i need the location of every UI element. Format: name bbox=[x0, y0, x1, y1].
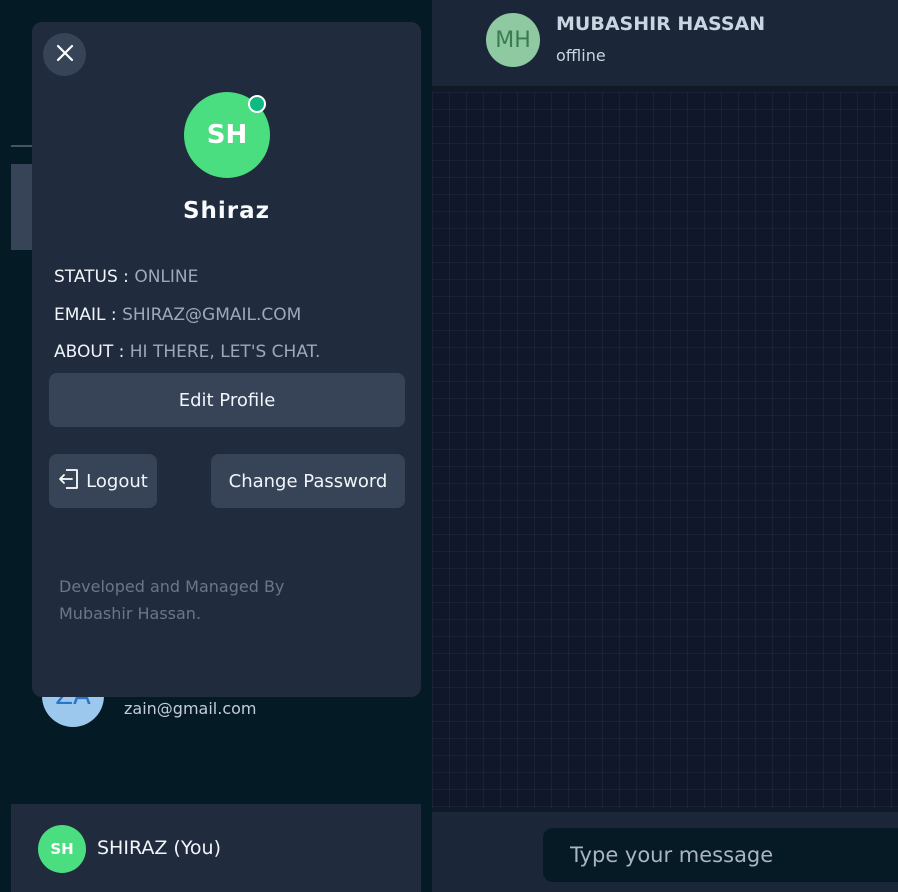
about-value: HI THERE, LET'S CHAT. bbox=[129, 342, 321, 362]
current-user-name: SHIRAZ (You) bbox=[97, 837, 222, 859]
message-list bbox=[432, 92, 898, 808]
close-button[interactable] bbox=[43, 33, 86, 76]
credit-line-1: Developed and Managed By bbox=[59, 577, 285, 596]
avatar: SH bbox=[38, 825, 86, 873]
edit-profile-label: Edit Profile bbox=[178, 389, 276, 411]
online-status-indicator bbox=[248, 95, 266, 113]
chat-area: MH MUBASHIR HASSAN offline bbox=[432, 0, 898, 892]
profile-panel: SH Shiraz STATUS : ONLINE EMAIL : SHIRAZ… bbox=[32, 22, 421, 697]
logout-button[interactable]: Logout bbox=[49, 454, 157, 508]
about-row: ABOUT : HI THERE, LET'S CHAT. bbox=[54, 342, 320, 362]
email-value: SHIRAZ@GMAIL.COM bbox=[122, 305, 302, 325]
status-value: ONLINE bbox=[134, 267, 199, 287]
edit-profile-button[interactable]: Edit Profile bbox=[49, 373, 405, 427]
contact-email: zain@gmail.com bbox=[124, 699, 257, 718]
change-password-label: Change Password bbox=[228, 470, 388, 492]
about-label: ABOUT : bbox=[54, 342, 125, 362]
chat-footer bbox=[432, 812, 898, 892]
chat-contact-name: MUBASHIR HASSAN bbox=[556, 13, 766, 35]
current-user-bar[interactable]: SH SHIRAZ (You) bbox=[11, 804, 421, 892]
logout-label: Logout bbox=[86, 470, 148, 492]
close-icon bbox=[56, 44, 74, 66]
developer-credit: Developed and Managed By Mubashir Hassan… bbox=[59, 573, 359, 627]
email-row: EMAIL : SHIRAZ@GMAIL.COM bbox=[54, 305, 301, 325]
status-row: STATUS : ONLINE bbox=[54, 267, 198, 287]
chat-contact-status: offline bbox=[556, 46, 606, 65]
status-label: STATUS : bbox=[54, 267, 129, 287]
credit-line-2: Mubashir Hassan. bbox=[59, 604, 202, 623]
chat-header: MH MUBASHIR HASSAN offline bbox=[432, 0, 898, 86]
logout-icon bbox=[58, 468, 80, 495]
email-label: EMAIL : bbox=[54, 305, 117, 325]
profile-name: Shiraz bbox=[182, 198, 271, 224]
change-password-button[interactable]: Change Password bbox=[211, 454, 405, 508]
avatar[interactable]: MH bbox=[486, 13, 540, 67]
message-input[interactable] bbox=[543, 828, 898, 882]
